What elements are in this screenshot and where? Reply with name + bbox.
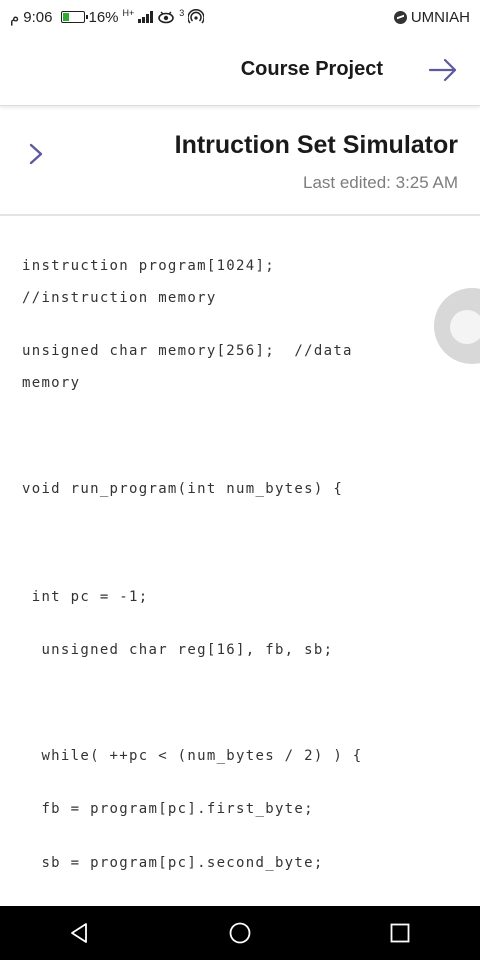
code-line: unsigned char reg[16], fb, sb;: [22, 642, 334, 658]
status-time: 9:06: [23, 8, 53, 26]
note-title: Intruction Set Simulator: [174, 131, 458, 159]
signal-icon: [138, 11, 154, 23]
status-bar: م 9:06 16% H+ 3 UMNIAH: [0, 0, 480, 34]
page-title: Course Project: [240, 58, 383, 80]
code-line: sb = program[pc].second_byte;: [22, 855, 324, 871]
code-line: void run_program(int num_bytes) {: [22, 481, 344, 497]
nav-back-button[interactable]: [35, 906, 125, 960]
navigation-bar: [0, 906, 480, 960]
nav-recent-button[interactable]: [355, 906, 445, 960]
code-line: fb = program[pc].first_byte;: [22, 801, 314, 817]
messenger-icon: [393, 10, 407, 24]
rtl-mark: م: [10, 9, 20, 26]
screen: م 9:06 16% H+ 3 UMNIAH Course Project In…: [0, 0, 480, 960]
circle-home-icon: [229, 922, 251, 944]
nav-home-button[interactable]: [195, 906, 285, 960]
code-line: int pc = -1;: [22, 589, 149, 605]
battery-percent: 16%: [88, 8, 119, 26]
carrier-name: UMNIAH: [410, 8, 470, 26]
status-right: UMNIAH: [393, 8, 470, 26]
code-line: instruction program[1024];: [22, 258, 275, 274]
code-line: while( ++pc < (num_bytes / 2) ) {: [22, 748, 363, 764]
status-left: م 9:06 16% H+ 3: [10, 8, 205, 26]
note-header: [0, 108, 480, 216]
app-header: Course Project: [0, 34, 480, 106]
eye-icon: [158, 11, 175, 24]
code-line: memory: [22, 375, 81, 391]
triangle-back-icon: [71, 923, 87, 943]
hotspot-icon: [188, 9, 205, 24]
battery-icon: [60, 11, 88, 23]
code-line: unsigned char memory[256]; //data: [22, 343, 353, 359]
square-recent-icon: [390, 923, 410, 943]
arrow-right-icon[interactable]: [428, 55, 458, 85]
wifi-badge: 3: [179, 8, 185, 18]
last-edited: Last edited: 3:25 AM: [303, 173, 458, 192]
chevron-right-icon[interactable]: [26, 142, 46, 166]
scroll-handle[interactable]: [434, 288, 480, 364]
code-line: //instruction memory: [22, 290, 217, 306]
network-type: H+: [122, 8, 135, 18]
